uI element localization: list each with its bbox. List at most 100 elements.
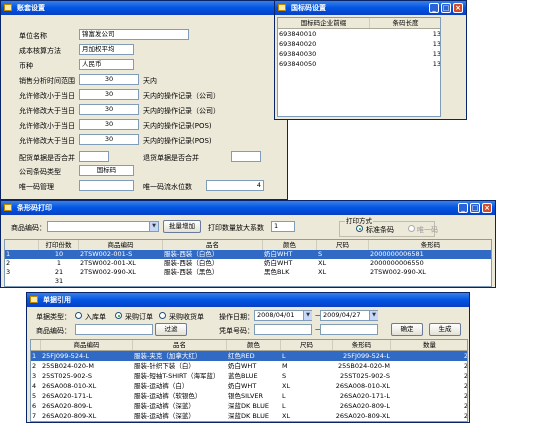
table-row[interactable]: 2 25SB024-020-M 服装-针织下装（白） 奶白WHT M 25SB024-02…	[31, 361, 467, 371]
cell-size: L	[282, 352, 286, 360]
settings-field-suffix: 天内的操作记录（公司）	[143, 107, 220, 115]
barcode-grid[interactable]: 国标码企业前缀 条码长度 693840010 13 693840020 13 69384…	[277, 17, 441, 117]
cell-color: 奶白WHT	[228, 382, 257, 390]
settings-field-input[interactable]: 30	[79, 89, 139, 100]
doc-reference-titlebar[interactable]: 单据引用	[27, 293, 469, 307]
print-grid[interactable]: 打印份数 商品编码 品名 颜色 尺码 条形码 1 10 2TSW002-001-S 服…	[4, 239, 492, 287]
minimize-icon[interactable]: _	[429, 3, 439, 13]
settings-field-label: 允许修改小于当日	[19, 92, 75, 100]
account-settings-titlebar[interactable]: 账套设置	[1, 1, 287, 15]
maximize-icon[interactable]: □	[441, 3, 451, 13]
settings-field-label: 单位名称	[19, 32, 47, 40]
cell-name: 服装-运动裤（白）	[134, 382, 189, 390]
generate-button[interactable]: 生成	[429, 323, 461, 336]
window-title: 账套设置	[17, 4, 45, 12]
header-prefix: 国标码企业前缀	[278, 18, 370, 28]
product-code-input[interactable]: ▼	[47, 221, 159, 232]
print-factor-label: 打印数量放大系数	[208, 224, 264, 232]
table-row[interactable]: 4 26SA008-010-XL 服装-运动裤（白） 奶白WHT XL 26SA008-0…	[31, 381, 467, 391]
date-label: 操作日期：	[219, 313, 254, 321]
ok-button[interactable]: 确定	[391, 323, 423, 336]
inbound-radio[interactable]	[75, 312, 82, 319]
header-rownum	[5, 240, 39, 250]
cell-prefix: 693840020	[279, 40, 317, 48]
merge-field[interactable]	[79, 151, 109, 162]
window-icon	[4, 4, 12, 11]
minimize-icon[interactable]: _	[458, 203, 468, 213]
cell-length: 13	[432, 30, 441, 38]
voucher-to-input[interactable]	[320, 324, 378, 335]
table-row[interactable]: 3 21 2TSW002-990-XL 服装-西装（黑色） 黑色BLK XL 2TSW002…	[5, 268, 491, 277]
company-type-field[interactable]: 国标码	[79, 165, 134, 176]
table-row[interactable]: 1 10 2TSW002-001-S 服装-西装（白色） 奶白WHT S 200000000…	[5, 250, 491, 259]
settings-field-input[interactable]: 月加权平均	[79, 44, 134, 55]
settings-field-label: 允许修改大于当日	[19, 107, 75, 115]
table-row[interactable]: 31	[5, 277, 491, 286]
settings-field-label: 币种	[19, 62, 33, 70]
inbound-label: 入库单	[85, 313, 106, 321]
voucher-input[interactable]	[254, 324, 312, 335]
close-icon[interactable]: ×	[453, 3, 463, 13]
purchase-receipt-radio[interactable]	[159, 312, 166, 319]
settings-field-suffix: 天内	[143, 77, 157, 85]
cell-size: M	[282, 362, 288, 370]
batch-add-button[interactable]: 批量增加	[163, 220, 201, 233]
table-row[interactable]: 1 25FJ099-524-L 服装-夹克（加拿大红） 红色RED L 25FJ099-5…	[31, 351, 467, 361]
digits-field[interactable]: 4	[206, 180, 264, 191]
cell-no: 7	[32, 412, 37, 420]
maximize-icon[interactable]: □	[470, 203, 480, 213]
cell-name: 服装-短袖T-SHIRT（海军蓝）	[134, 372, 220, 380]
merge-label: 配货单据是否合并	[19, 154, 75, 162]
table-row[interactable]: 6 26SA020-809-L 服装-运动裤（深蓝） 深蓝DK BLUE L 26SA02…	[31, 401, 467, 411]
mode-unique-radio[interactable]	[408, 225, 415, 232]
doc-type-label: 单据类型：	[36, 313, 71, 321]
cell-name: 服装-运动裤（深蓝）	[134, 402, 195, 410]
filter-button[interactable]: 过滤	[155, 323, 187, 336]
table-row[interactable]: 693840050 13	[278, 59, 440, 69]
window-title: 单据引用	[43, 296, 71, 304]
return-merge-label: 退货单据是否合并	[143, 154, 199, 162]
cell-code: 26SA020-171-L	[42, 392, 93, 400]
date-to-dropdown-icon[interactable]: ▼	[369, 311, 378, 320]
close-icon[interactable]: ×	[482, 203, 492, 213]
settings-field-input[interactable]: 30	[79, 134, 139, 145]
cell-no: 6	[32, 402, 37, 410]
settings-field-input[interactable]: 锦富发公司	[79, 29, 189, 40]
doc-reference-grid[interactable]: 商品编码 品名 颜色 尺码 条形码 数量 1 25FJ099-524-L 服装-夹克…	[30, 339, 468, 422]
print-factor-input[interactable]: 1	[271, 221, 295, 232]
settings-field-input[interactable]: 30	[79, 74, 139, 85]
table-row[interactable]: 3 25ST025-902-S 服装-短袖T-SHIRT（海军蓝） 蓝色BLUE S 25…	[31, 371, 467, 381]
cell-copies: 21	[54, 268, 64, 276]
settings-field-label: 允许修改大于当日	[19, 137, 75, 145]
print-mode-label: 打印方式	[345, 215, 373, 225]
return-merge-field[interactable]	[231, 151, 261, 162]
date-from-dropdown-icon[interactable]: ▼	[303, 311, 312, 320]
table-row[interactable]: 693840010 13	[278, 29, 440, 39]
cell-size: L	[282, 402, 286, 410]
unique-code-field[interactable]	[79, 180, 134, 191]
settings-field-input[interactable]: 人民币	[79, 59, 134, 70]
settings-field-input[interactable]: 30	[79, 119, 139, 130]
cell-copies: 1	[56, 259, 62, 267]
barcode-print-titlebar[interactable]: 条形码打印 _ □ ×	[1, 201, 495, 215]
settings-field-suffix: 天内的操作记录（公司）	[143, 92, 220, 100]
table-row[interactable]: 2 1 2TSW002-001-XL 服装-西装（白色） 奶白WHT XL 20000000…	[5, 259, 491, 268]
cell-name	[163, 277, 263, 286]
table-row[interactable]: 693840030 13	[278, 49, 440, 59]
table-row[interactable]: 5 26SA020-171-L 服装-运动裤（软银色） 银色SILVER L 26SA02…	[31, 391, 467, 401]
purchase-order-radio[interactable]	[115, 312, 122, 319]
table-row[interactable]: 7 26SA020-809-XL 服装-运动裤（深蓝） 深蓝DK BLUE XL 26SA…	[31, 411, 467, 421]
header-name: 品名	[163, 240, 263, 250]
window-icon	[30, 296, 38, 303]
cell-code: 25FJ099-524-L	[42, 352, 90, 360]
cell-no: 3	[6, 268, 11, 276]
cell-copies: 31	[54, 277, 64, 285]
cell-code: 26SA020-809-XL	[42, 412, 97, 420]
doc-grid-header: 商品编码 品名 颜色 尺码 条形码 数量	[31, 340, 467, 351]
table-row[interactable]: 693840020 13	[278, 39, 440, 49]
product-code-input[interactable]	[75, 324, 153, 335]
settings-field-input[interactable]: 30	[79, 104, 139, 115]
chevron-down-icon[interactable]: ▼	[149, 222, 158, 231]
barcode-settings-titlebar[interactable]: 国标码设置 _ □ ×	[275, 1, 466, 15]
mode-standard-radio[interactable]	[356, 225, 363, 232]
